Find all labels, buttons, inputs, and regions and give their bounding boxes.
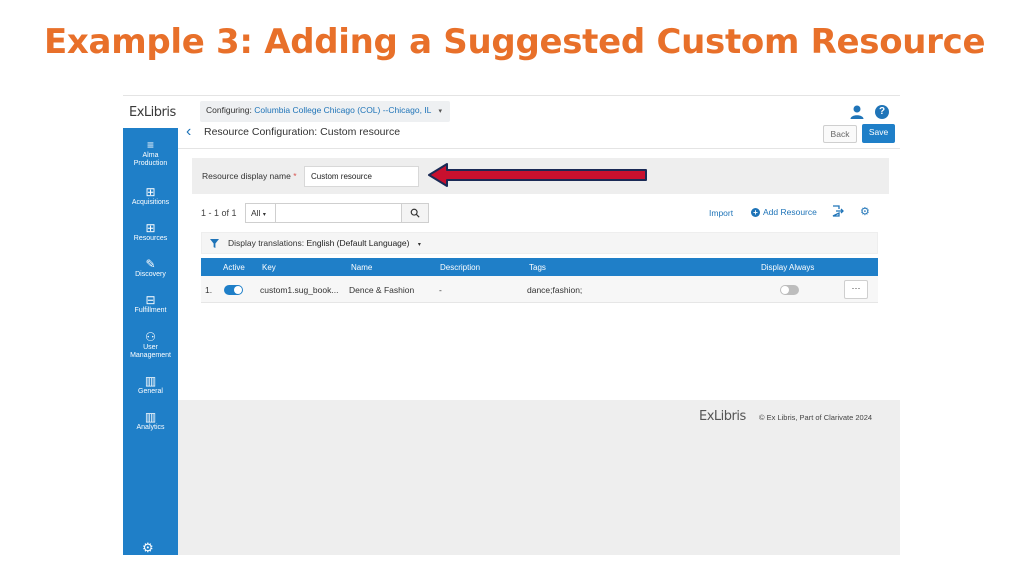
user-management-icon: ⚇: [145, 330, 156, 344]
display-name-label-text: Resource display name: [202, 171, 291, 181]
scope-select-value: All: [251, 208, 261, 218]
column-header-description[interactable]: Description: [440, 263, 480, 272]
add-resource-label: Add Resource: [763, 207, 817, 217]
configuring-selector[interactable]: Configuring: Columbia College Chicago (C…: [200, 101, 450, 122]
chevron-down-icon: ▾: [438, 108, 442, 115]
exlibris-logo: ExLibris: [129, 105, 176, 120]
row-description: -: [439, 285, 442, 295]
translations-label: Display translations:: [228, 238, 305, 248]
column-header-active[interactable]: Active: [223, 263, 245, 272]
table-header: Active Key Name Description Tags Display…: [201, 258, 878, 276]
acquisitions-icon: ⊞: [145, 185, 156, 199]
slide: Example 3: Adding a Suggested Custom Res…: [0, 0, 1024, 576]
analytics-icon: ▥: [144, 410, 157, 424]
sidebar-item-user-management[interactable]: ⚇ User Management: [123, 330, 178, 360]
settings-icon[interactable]: ⚙: [142, 540, 154, 555]
row-tags: dance;fashion;: [527, 285, 583, 295]
top-bar: ExLibris Configuring: Columbia College C…: [123, 96, 900, 128]
back-button[interactable]: Back: [823, 125, 857, 143]
plus-circle-icon: +: [751, 208, 760, 217]
scope-select[interactable]: All ▾: [246, 204, 276, 222]
column-header-name[interactable]: Name: [351, 263, 372, 272]
translations-language: English (Default Language): [306, 238, 410, 248]
footer-copyright: © Ex Libris, Part of Clarivate 2024: [759, 413, 873, 422]
chevron-down-icon: ▾: [262, 212, 266, 218]
row-actions-button[interactable]: ···: [844, 280, 868, 299]
sidebar-item-label: Discovery: [135, 271, 166, 278]
row-name: Dence & Fashion: [349, 285, 415, 295]
slide-title: Example 3: Adding a Suggested Custom Res…: [44, 22, 986, 62]
left-nav-sidebar: ≡ Alma Production ⊞ Acquisitions ⊞ Resou…: [123, 128, 178, 555]
display-translations-bar: Display translations: English (Default L…: [201, 232, 878, 254]
import-link[interactable]: Import: [709, 208, 733, 218]
institution-name: Columbia College Chicago (COL) --Chicago…: [254, 105, 432, 115]
sidebar-item-fulfillment[interactable]: ⊟ Fulfillment: [123, 293, 178, 315]
active-toggle[interactable]: [224, 285, 243, 295]
sidebar-item-analytics[interactable]: ▥ Analytics: [123, 410, 178, 432]
sidebar-item-label: User: [143, 344, 158, 351]
column-header-tags[interactable]: Tags: [529, 263, 546, 272]
fulfillment-icon: ⊟: [145, 293, 156, 307]
record-count: 1 - 1 of 1: [201, 208, 237, 218]
user-icon[interactable]: [849, 104, 865, 120]
alma-production-icon: ≡: [146, 138, 154, 152]
sidebar-item-label: General: [138, 388, 163, 395]
sidebar-item-discovery[interactable]: ✎ Discovery: [123, 257, 178, 279]
annotation-arrow: [428, 163, 647, 187]
row-key: custom1.sug_book...: [260, 285, 339, 295]
search-filter-box: All ▾: [245, 203, 429, 223]
sidebar-item-label: Fulfillment: [134, 307, 167, 314]
export-icon[interactable]: [832, 205, 844, 217]
sidebar-item-label: Management: [130, 352, 171, 359]
column-header-key[interactable]: Key: [262, 263, 276, 272]
gear-icon[interactable]: ⚙: [860, 205, 870, 218]
sidebar-item-label: Acquisitions: [131, 199, 170, 206]
general-icon: ▥: [144, 374, 157, 388]
discovery-icon: ✎: [145, 257, 156, 271]
divider: [178, 148, 900, 149]
filter-icon[interactable]: [210, 239, 219, 248]
resources-table: Active Key Name Description Tags Display…: [201, 258, 878, 303]
sidebar-item-label: Resources: [133, 235, 168, 242]
sidebar-item-alma-production[interactable]: ≡ Alma Production: [123, 138, 178, 168]
search-input[interactable]: [277, 204, 400, 222]
sidebar-item-general[interactable]: ▥ General: [123, 374, 178, 396]
translations-selector[interactable]: Display translations: English (Default L…: [228, 238, 421, 248]
footer: ExLibris © Ex Libris, Part of Clarivate …: [178, 400, 900, 555]
sidebar-item-label: Alma: [142, 152, 159, 159]
resource-display-name-input[interactable]: [304, 166, 419, 187]
column-header-display-always[interactable]: Display Always: [761, 263, 814, 272]
table-row: 1. custom1.sug_book... Dence & Fashion -…: [201, 276, 878, 303]
sidebar-item-label: Production: [133, 160, 168, 167]
page-title: Resource Configuration: Custom resource: [204, 126, 401, 138]
required-marker: *: [293, 171, 297, 181]
chevron-left-icon[interactable]: ‹: [186, 123, 191, 141]
help-icon[interactable]: ?: [875, 105, 889, 119]
add-resource-button[interactable]: + Add Resource: [751, 207, 817, 217]
display-name-label: Resource display name *: [202, 171, 297, 181]
sidebar-item-acquisitions[interactable]: ⊞ Acquisitions: [123, 185, 178, 207]
sidebar-item-label: Analytics: [136, 424, 165, 431]
footer-exlibris-logo: ExLibris: [699, 409, 746, 424]
display-always-toggle[interactable]: [780, 285, 799, 295]
configuring-label: Configuring:: [206, 105, 252, 115]
save-button[interactable]: Save: [862, 124, 895, 143]
chevron-down-icon: ▾: [417, 242, 421, 248]
sidebar-item-resources[interactable]: ⊞ Resources: [123, 221, 178, 243]
search-icon: [410, 208, 420, 218]
resources-icon: ⊞: [145, 221, 156, 235]
row-index: 1.: [205, 285, 213, 295]
alma-screenshot: ExLibris Configuring: Columbia College C…: [123, 95, 900, 555]
search-button[interactable]: [401, 204, 428, 222]
